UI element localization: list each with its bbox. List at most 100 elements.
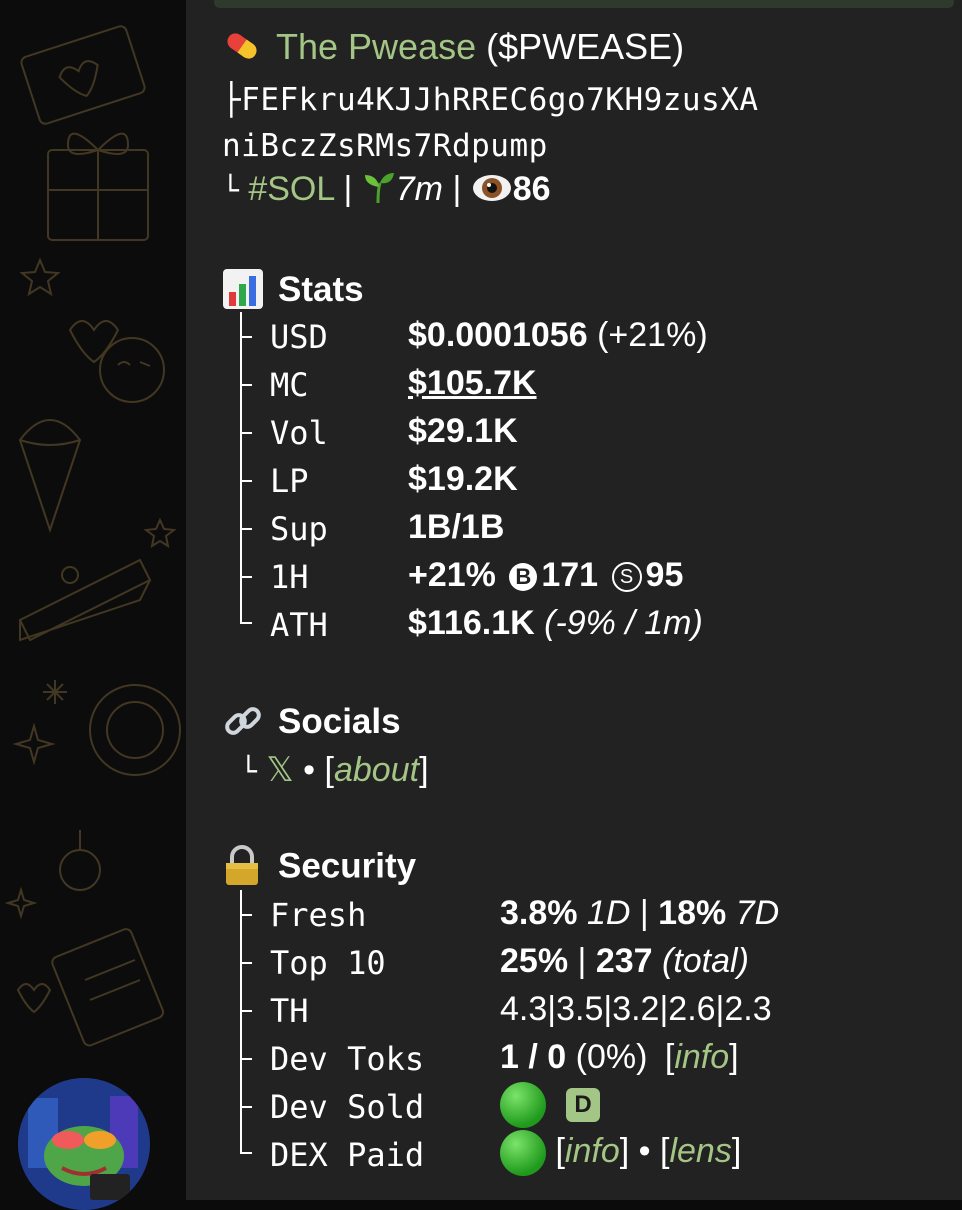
tree-tick bbox=[240, 1010, 252, 1012]
tree-tick bbox=[240, 384, 252, 386]
stat-usd: $0.0001056 (+21%) bbox=[408, 316, 708, 355]
security-top10: 25% | 237 (total) bbox=[500, 942, 749, 981]
reply-preview-edge bbox=[214, 0, 954, 8]
contract-address-line1[interactable]: ├FEFkru4KJJhRREC6go7KH9zusXA bbox=[222, 82, 759, 118]
stat-label-mc: MC bbox=[270, 366, 309, 404]
stat-label-vol: Vol bbox=[270, 414, 328, 452]
dexpaid-info-link[interactable]: info bbox=[565, 1132, 620, 1170]
tree-tick bbox=[240, 336, 252, 338]
stat-label-lp: LP bbox=[270, 462, 309, 500]
doodle-pattern bbox=[4, 25, 181, 1047]
stat-ath-change: (-9% / 1m) bbox=[544, 604, 703, 642]
x-link[interactable]: 𝕏 bbox=[266, 751, 293, 789]
address-part1[interactable]: FEFkru4KJJhRREC6go7KH9zusXA bbox=[241, 82, 758, 118]
separator: | bbox=[639, 894, 649, 932]
about-link[interactable]: about bbox=[334, 751, 419, 789]
stat-ath-value: $116.1K bbox=[408, 604, 535, 642]
about-bracket-open: [ bbox=[324, 751, 334, 789]
bracket-close: ] bbox=[619, 1131, 630, 1170]
security-label-top10: Top 10 bbox=[270, 944, 386, 982]
tree-tick bbox=[240, 622, 252, 624]
stats-title: Stats bbox=[278, 270, 364, 309]
token-ticker: ($PWEASE) bbox=[486, 26, 685, 67]
sells-badge-icon: S bbox=[611, 562, 642, 593]
devtoks-info-link[interactable]: info bbox=[674, 1038, 729, 1076]
socials-title: Socials bbox=[278, 702, 401, 741]
green-circle-icon bbox=[500, 1082, 546, 1128]
lock-icon bbox=[222, 843, 262, 887]
dexpaid-lens-link[interactable]: lens bbox=[669, 1132, 731, 1170]
tree-tick bbox=[240, 480, 252, 482]
security-label-devtoks: Dev Toks bbox=[270, 1040, 425, 1078]
tree-branch: ├ bbox=[222, 82, 242, 118]
socials-header: Socials bbox=[222, 702, 401, 745]
stat-label-usd: USD bbox=[270, 318, 328, 356]
stat-label-1h: 1H bbox=[270, 558, 309, 596]
tree-tick bbox=[240, 528, 252, 530]
tree-end: └ bbox=[240, 755, 257, 788]
devtoks-percent: (0%) bbox=[575, 1038, 648, 1076]
separator: | bbox=[577, 942, 587, 980]
stat-label-ath: ATH bbox=[270, 606, 328, 644]
bracket-open: [ bbox=[555, 1131, 565, 1170]
seedling-icon bbox=[362, 171, 396, 205]
bracket-close: ] bbox=[731, 1131, 742, 1170]
socials-row: └ 𝕏 • [about] bbox=[240, 750, 429, 790]
stats-header: Stats bbox=[222, 268, 364, 313]
security-header: Security bbox=[222, 843, 417, 890]
link-icon bbox=[222, 700, 264, 742]
security-title: Security bbox=[278, 846, 417, 886]
about-bracket-close: ] bbox=[419, 751, 429, 789]
stat-1h-change: +21% bbox=[408, 556, 496, 594]
security-dexpaid: [info] • [lens] bbox=[500, 1130, 741, 1176]
bracket-close: ] bbox=[729, 1038, 739, 1076]
sender-avatar[interactable] bbox=[18, 1078, 150, 1210]
stat-1h-sells: 95 bbox=[645, 556, 684, 594]
top10-total: 237 bbox=[595, 942, 653, 980]
top-holders-links[interactable]: 4.3|3.5|3.2|2.6|2.3 bbox=[500, 990, 772, 1029]
security-label-th: TH bbox=[270, 992, 309, 1030]
devtoks-value: 1 / 0 bbox=[500, 1038, 567, 1076]
buys-badge-icon: B bbox=[509, 563, 538, 592]
fresh-7d-value: 18% bbox=[658, 894, 727, 932]
security-label-dexpaid: DEX Paid bbox=[270, 1136, 425, 1174]
fresh-1d-value: 3.8% bbox=[500, 894, 578, 932]
tree-tick bbox=[240, 1106, 252, 1108]
tree-tick bbox=[240, 1152, 252, 1154]
stat-lp-value: $19.2K bbox=[408, 460, 518, 498]
security-devtoks: 1 / 0 (0%) [info] bbox=[500, 1038, 739, 1077]
tree-tick bbox=[240, 962, 252, 964]
tree-tick bbox=[240, 576, 252, 578]
pill-icon bbox=[222, 26, 262, 66]
chat-wallpaper bbox=[0, 0, 186, 1210]
contract-address-line2[interactable]: niBczZsRMs7Rdpump bbox=[222, 128, 548, 164]
dev-badge: D bbox=[566, 1088, 600, 1122]
security-fresh: 3.8% 1D | 18% 7D bbox=[500, 894, 779, 933]
token-age: 7m bbox=[395, 170, 443, 208]
eye-icon bbox=[471, 171, 513, 205]
chain-hashtag[interactable]: #SOL bbox=[248, 170, 334, 208]
stat-ath: $116.1K (-9% / 1m) bbox=[408, 604, 703, 643]
token-name-link[interactable]: The Pwease bbox=[276, 26, 476, 67]
security-label-fresh: Fresh bbox=[270, 896, 367, 934]
bullet-separator: • bbox=[638, 1131, 651, 1170]
stat-mc-link[interactable]: $105.7K bbox=[408, 364, 537, 403]
frog-avatar-icon bbox=[18, 1078, 150, 1210]
stat-vol-value: $29.1K bbox=[408, 412, 518, 450]
tree-end: └ bbox=[222, 174, 239, 207]
security-label-devsold: Dev Sold bbox=[270, 1088, 425, 1126]
separator: | bbox=[343, 170, 353, 208]
bracket-open: [ bbox=[664, 1038, 675, 1076]
tree-tick bbox=[240, 914, 252, 916]
fresh-7d-unit: 7D bbox=[735, 894, 780, 932]
tree-tick bbox=[240, 1058, 252, 1060]
top10-percent: 25% bbox=[500, 942, 569, 980]
address-part2[interactable]: niBczZsRMs7Rdpump bbox=[222, 128, 548, 164]
security-tree-line bbox=[240, 890, 242, 1152]
view-count: 86 bbox=[512, 170, 551, 208]
tree-tick bbox=[240, 432, 252, 434]
separator: | bbox=[452, 170, 462, 208]
token-header: The Pwease ($PWEASE) bbox=[222, 26, 684, 69]
bullet-separator: • bbox=[303, 751, 316, 789]
stat-sup-value: 1B/1B bbox=[408, 508, 505, 546]
